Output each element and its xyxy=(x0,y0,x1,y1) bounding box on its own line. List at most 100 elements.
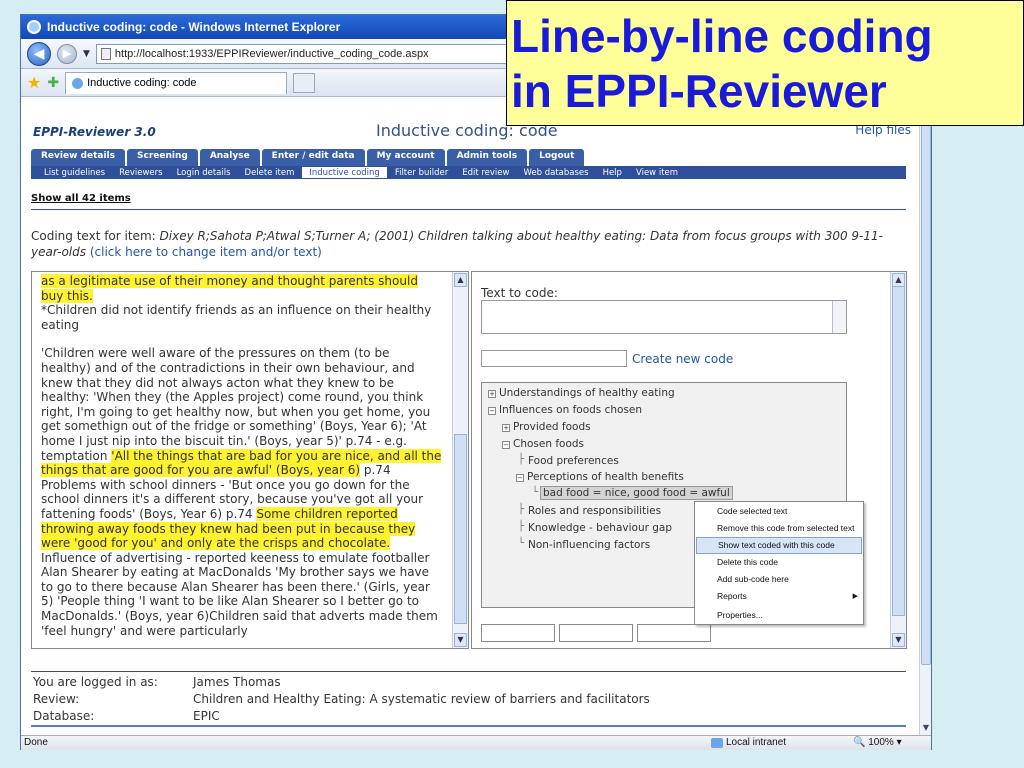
text-segment: Influence of advertising - reported keen… xyxy=(41,550,438,638)
tab-my-account[interactable]: My account xyxy=(366,149,445,166)
submenu-reviewers[interactable]: Reviewers xyxy=(112,168,169,178)
collapse-icon[interactable]: − xyxy=(502,441,510,449)
tab-title: Inductive coding: code xyxy=(87,77,197,89)
submenu-delete-item[interactable]: Delete item xyxy=(238,168,302,178)
panel-button[interactable] xyxy=(559,624,633,642)
tree-connector: ├ xyxy=(518,504,525,515)
intranet-icon xyxy=(711,737,723,748)
coding-text-info: Coding text for item: Dixey R;Sahota P;A… xyxy=(31,228,906,260)
highlighted-text: as a legitimate use of their money and t… xyxy=(41,274,418,303)
security-zone[interactable]: Local intranet xyxy=(711,737,786,748)
show-all-items-link[interactable]: Show all 42 items xyxy=(31,193,131,204)
tab-review-details[interactable]: Review details xyxy=(31,149,125,166)
window-title: Inductive coding: code - Windows Interne… xyxy=(47,20,341,34)
menu-delete-code[interactable]: Delete this code xyxy=(696,554,862,571)
scroll-up-icon[interactable]: ▲ xyxy=(454,273,467,287)
url-input[interactable]: http://localhost:1933/EPPIReviewer/induc… xyxy=(95,43,516,64)
collapse-icon[interactable]: − xyxy=(516,474,524,482)
caption-line-2: in EPPI-Reviewer xyxy=(511,65,887,117)
scroll-down-icon[interactable]: ▼ xyxy=(892,633,905,647)
submenu-filter-builder[interactable]: Filter builder xyxy=(388,168,455,178)
new-tab-button[interactable] xyxy=(293,72,316,93)
tree-node-knowledge-gap[interactable]: Knowledge - behaviour gap xyxy=(528,522,672,534)
new-code-input[interactable] xyxy=(481,350,627,367)
tab-enter-edit-data[interactable]: Enter / edit data xyxy=(261,149,365,166)
favorites-star-icon[interactable]: ★ xyxy=(27,73,41,92)
collapse-icon[interactable]: − xyxy=(488,407,496,415)
status-text: Done xyxy=(24,737,48,748)
database-label: Database: xyxy=(33,709,95,723)
menu-remove-code[interactable]: Remove this code from selected text xyxy=(696,520,862,537)
review-label: Review: xyxy=(33,692,80,706)
change-item-link[interactable]: (click here to change item and/or text) xyxy=(90,245,322,259)
expand-icon[interactable]: + xyxy=(502,424,510,432)
divider xyxy=(31,671,906,672)
text-to-code-input[interactable] xyxy=(481,300,847,334)
coding-panel-scrollbar[interactable]: ▲ ▼ xyxy=(890,272,906,648)
scroll-thumb[interactable] xyxy=(454,434,467,624)
tree-node-provided-foods[interactable]: + Provided foods xyxy=(502,421,591,433)
scroll-down-icon[interactable]: ▼ xyxy=(921,723,931,733)
menu-reports[interactable]: Reports ▶ xyxy=(696,588,862,605)
ie-logo-icon xyxy=(27,20,41,34)
tree-node-food-preferences[interactable]: Food preferences xyxy=(528,455,619,467)
caption-line-1: Line-by-line coding xyxy=(511,10,933,62)
scroll-up-icon[interactable]: ▲ xyxy=(892,273,905,287)
divider xyxy=(31,209,906,210)
slide-caption: Line-by-line coding in EPPI-Reviewer xyxy=(506,0,1024,126)
create-new-code-link[interactable]: Create new code xyxy=(632,352,733,366)
scroll-down-icon[interactable]: ▼ xyxy=(454,633,467,647)
tree-node-influences[interactable]: − Influences on foods chosen xyxy=(488,404,642,416)
panel-button[interactable] xyxy=(637,624,711,642)
status-bar: Done Local intranet 🔍 100% ▾ xyxy=(21,735,931,750)
review-name: Children and Healthy Eating: A systemati… xyxy=(193,692,650,706)
text-to-code-scrollbar[interactable] xyxy=(832,301,846,333)
browser-tab[interactable]: Inductive coding: code xyxy=(65,71,288,94)
menu-code-selected-text[interactable]: Code selected text xyxy=(696,503,862,520)
tree-node-roles[interactable]: Roles and responsibilities xyxy=(528,505,661,517)
submenu-list-guidelines[interactable]: List guidelines xyxy=(37,168,112,178)
main-menu: Review details Screening Analyse Enter /… xyxy=(31,149,585,166)
text-to-code-label: Text to code: xyxy=(481,286,558,300)
expand-icon[interactable]: + xyxy=(488,390,496,398)
logged-in-label: You are logged in as: xyxy=(33,675,158,689)
add-favorite-icon[interactable]: ✚ xyxy=(47,75,59,91)
tree-node-non-influencing[interactable]: Non-influencing factors xyxy=(528,539,650,551)
submenu-web-databases[interactable]: Web databases xyxy=(516,168,595,178)
document-text[interactable]: as a legitimate use of their money and t… xyxy=(41,274,443,648)
tree-node-understandings[interactable]: + Understandings of healthy eating xyxy=(488,387,675,399)
submenu-login-details[interactable]: Login details xyxy=(170,168,238,178)
tree-connector: └ xyxy=(518,538,525,549)
panel-button[interactable] xyxy=(481,624,555,642)
submenu-help[interactable]: Help xyxy=(596,168,629,178)
tab-logout[interactable]: Logout xyxy=(529,149,585,166)
submenu-arrow-icon: ▶ xyxy=(852,593,858,600)
submenu-view-item[interactable]: View item xyxy=(629,168,685,178)
forward-arrow-icon[interactable]: ▶ xyxy=(57,43,77,64)
back-arrow-icon[interactable]: ◀ xyxy=(27,41,51,66)
tab-screening[interactable]: Screening xyxy=(127,149,198,166)
history-dropdown-icon[interactable]: ▼ xyxy=(83,49,90,59)
submenu-inductive-coding[interactable]: Inductive coding xyxy=(301,166,388,179)
menu-properties[interactable]: Properties... xyxy=(696,607,862,624)
text-segment: *Children did not identify friends as an… xyxy=(41,303,432,332)
text-scrollbar[interactable]: ▲ ▼ xyxy=(452,272,468,648)
logged-in-user: James Thomas xyxy=(193,675,281,689)
menu-show-coded-text[interactable]: Show text coded with this code xyxy=(696,537,862,554)
tree-node-bad-food-nice[interactable]: bad food = nice, good food = awful xyxy=(540,486,733,500)
document-text-panel[interactable]: as a legitimate use of their money and t… xyxy=(31,271,469,649)
zoom-level[interactable]: 🔍 100% ▾ xyxy=(853,737,902,748)
tab-analyse[interactable]: Analyse xyxy=(199,149,260,166)
page-scrollbar[interactable]: ▼ xyxy=(919,97,931,735)
text-segment: 'Children were well aware of the pressur… xyxy=(41,346,431,463)
menu-add-sub-code[interactable]: Add sub-code here xyxy=(696,571,862,588)
submenu-edit-review[interactable]: Edit review xyxy=(455,168,516,178)
tree-connector: ├ xyxy=(518,454,525,465)
scroll-thumb[interactable] xyxy=(892,286,905,616)
url-text: http://localhost:1933/EPPIReviewer/induc… xyxy=(114,47,429,60)
tab-admin-tools[interactable]: Admin tools xyxy=(446,149,528,166)
scroll-thumb[interactable] xyxy=(921,105,931,665)
coding-label: Coding text for item: xyxy=(31,229,156,243)
tree-node-perceptions[interactable]: − Perceptions of health benefits xyxy=(516,471,684,483)
tree-node-chosen-foods[interactable]: − Chosen foods xyxy=(502,438,584,450)
